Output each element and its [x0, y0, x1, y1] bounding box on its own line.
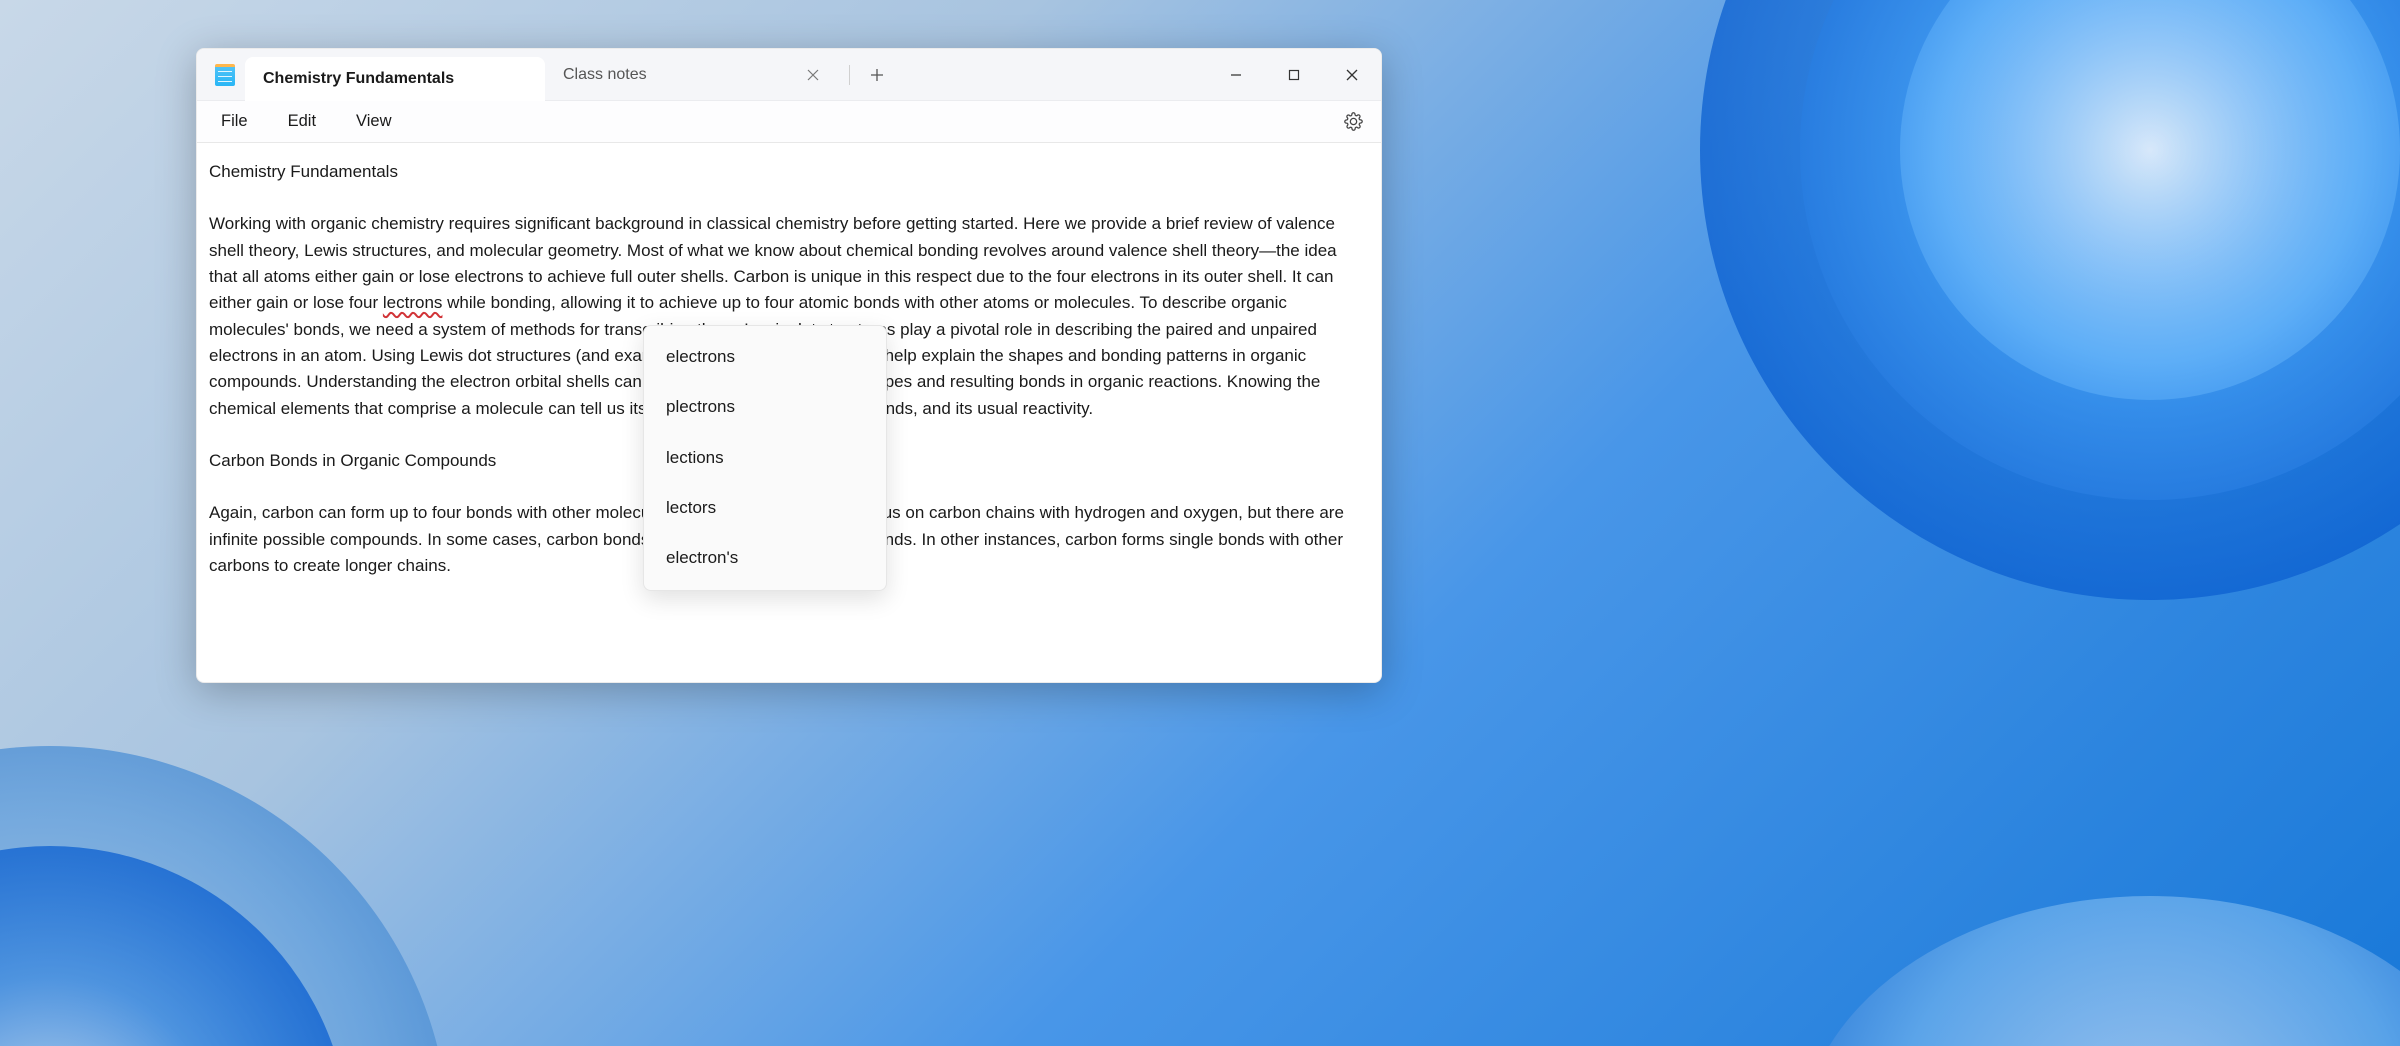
new-tab-button[interactable] [854, 49, 900, 100]
minimize-button[interactable] [1207, 49, 1265, 100]
app-icon [197, 49, 245, 100]
doc-title: Chemistry Fundamentals [209, 159, 1369, 185]
spell-suggestion[interactable]: lections [644, 433, 886, 483]
spell-suggestion[interactable]: electron's [644, 533, 886, 583]
misspelled-word[interactable]: lectrons [383, 293, 443, 312]
spellcheck-suggestions-popup: electrons plectrons lections lectors ele… [643, 325, 887, 591]
tab-label: Class notes [563, 66, 647, 84]
tab-divider [849, 65, 850, 85]
notepad-window: Chemistry Fundamentals Class notes File [196, 48, 1382, 683]
close-tab-icon[interactable] [799, 61, 827, 89]
tab-class-notes[interactable]: Class notes [545, 49, 845, 100]
maximize-button[interactable] [1265, 49, 1323, 100]
menu-view[interactable]: View [342, 106, 405, 137]
text-editor[interactable]: Chemistry Fundamentals Working with orga… [197, 143, 1381, 682]
settings-button[interactable] [1335, 104, 1371, 140]
gear-icon [1344, 112, 1363, 131]
notepad-icon [215, 64, 235, 86]
tab-chemistry-fundamentals[interactable]: Chemistry Fundamentals [245, 57, 545, 101]
spell-suggestion[interactable]: plectrons [644, 382, 886, 432]
menubar: File Edit View [197, 101, 1381, 143]
titlebar: Chemistry Fundamentals Class notes [197, 49, 1381, 101]
menu-edit[interactable]: Edit [274, 106, 330, 137]
tab-label: Chemistry Fundamentals [263, 70, 454, 88]
menu-file[interactable]: File [207, 106, 262, 137]
window-controls [1207, 49, 1381, 100]
spell-suggestion[interactable]: lectors [644, 483, 886, 533]
spell-suggestion[interactable]: electrons [644, 332, 886, 382]
close-button[interactable] [1323, 49, 1381, 100]
